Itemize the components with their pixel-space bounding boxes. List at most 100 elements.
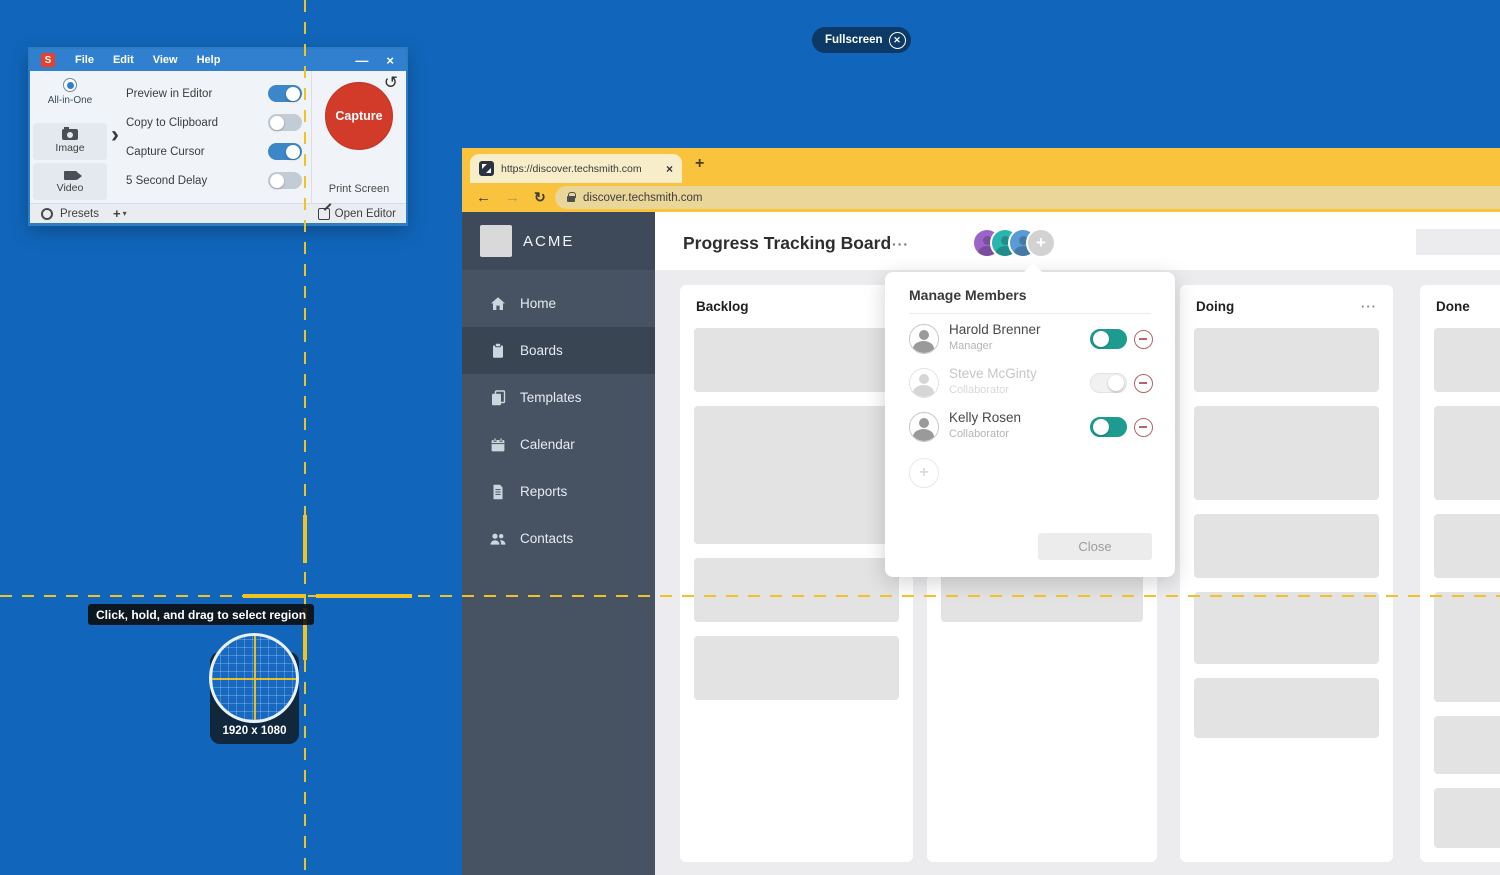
capture-cursor-toggle[interactable] [268,143,302,160]
caret-down-icon[interactable]: ▾ [123,209,127,218]
crosshair-segment [316,594,412,598]
board-menu-icon[interactable]: ··· [892,236,909,252]
clipboard-icon [489,342,507,360]
card-placeholder[interactable] [1434,716,1500,774]
browser-tabstrip: https://discover.techsmith.com × + [462,148,1500,183]
crosshair-segment [243,594,305,598]
menu-help[interactable]: Help [197,54,221,66]
menu-edit[interactable]: Edit [113,54,134,66]
sidebar-item-label: Templates [520,390,582,405]
open-editor-button[interactable]: Open Editor [318,208,396,220]
open-editor-label: Open Editor [335,208,396,220]
home-icon [489,295,507,313]
remove-member-icon[interactable] [1134,418,1153,437]
sidebar-item-contacts[interactable]: Contacts [462,515,655,562]
sidebar-item-boards[interactable]: Boards [462,327,655,374]
copy-to-clipboard-toggle[interactable] [268,114,302,131]
remove-member-icon[interactable] [1134,374,1153,393]
capture-options: Preview in Editor Copy to Clipboard Capt… [126,79,302,195]
sidebar-item-calendar[interactable]: Calendar [462,421,655,468]
snagit-body: All-in-One Image Video › Preview in Edit… [30,71,406,203]
address-bar[interactable]: discover.techsmith.com [555,186,1500,209]
browser-tab[interactable]: https://discover.techsmith.com × [470,154,682,183]
sidebar-nav: Home Boards Templates Calendar [462,280,655,562]
divider [909,313,1151,314]
sidebar-item-label: Home [520,296,556,311]
gear-icon[interactable] [41,208,53,220]
option-row: 5 Second Delay [126,166,302,195]
reload-icon[interactable]: ↻ [534,189,546,206]
sidebar: ACME Home Boards Templates [462,212,655,875]
card-placeholder[interactable] [1434,406,1500,500]
member-name: Kelly Rosen [949,410,1021,425]
member-toggle[interactable] [1090,373,1127,393]
card-placeholder[interactable] [1434,514,1500,578]
window-bottom-strip [30,223,406,226]
add-preset-icon[interactable]: + [113,206,121,221]
crosshair-segment [303,515,307,563]
browser-toolbar: ← → ↻ discover.techsmith.com [462,183,1500,212]
magnifier-loupe [209,633,299,723]
card-placeholder[interactable] [1434,328,1500,392]
add-member-button[interactable]: + [909,458,939,488]
column-menu-icon[interactable]: ··· [1361,299,1377,314]
close-icon[interactable]: × [386,53,394,68]
minimize-icon[interactable]: — [355,53,368,68]
option-label: Capture Cursor [126,146,205,158]
mode-image[interactable]: Image [33,123,107,160]
document-icon [489,483,507,501]
remove-member-icon[interactable] [1134,330,1153,349]
fullscreen-button[interactable]: Fullscreen ✕ [812,27,911,53]
crosshair-horizontal-line [0,595,1500,597]
sidebar-item-label: Calendar [520,437,575,452]
avatar [909,412,939,442]
card-placeholder[interactable] [694,558,899,622]
menu-view[interactable]: View [153,54,178,66]
card-placeholder[interactable] [1194,406,1379,500]
member-toggle[interactable] [1090,329,1127,349]
capture-button[interactable]: Capture [325,82,393,150]
card-placeholder[interactable] [1194,328,1379,392]
preview-in-editor-toggle[interactable] [268,85,302,102]
snagit-bottom-bar: Presets + ▾ Open Editor [30,203,406,223]
member-name: Steve McGinty [949,366,1037,381]
radio-selected-icon[interactable] [63,78,77,92]
card-placeholder[interactable] [1194,514,1379,578]
column-title: Done [1436,299,1470,314]
mode-label: All-in-One [48,95,92,106]
org-logo [480,225,512,257]
capture-section: ↺ Capture Print Screen [311,71,406,203]
reset-icon[interactable]: ↺ [384,73,398,93]
menu-file[interactable]: File [75,54,94,66]
add-member-avatar-button[interactable]: + [1026,228,1056,258]
member-role: Manager [949,340,992,352]
card-placeholder[interactable] [1194,678,1379,738]
option-row: Preview in Editor [126,79,302,108]
header-placeholder-button[interactable] [1416,229,1500,255]
card-placeholder[interactable] [694,406,899,544]
presets-label[interactable]: Presets [60,208,99,220]
card-placeholder[interactable] [1434,592,1500,702]
close-button[interactable]: Close [1038,533,1152,560]
loupe-crosshair-horizontal [212,678,296,680]
member-row: Steve McGinty Collaborator [885,364,1175,404]
snagit-logo: S [41,53,55,67]
calendar-icon [489,436,507,454]
card-placeholder[interactable] [1434,788,1500,848]
sidebar-item-home[interactable]: Home [462,280,655,327]
card-placeholder[interactable] [1194,592,1379,664]
video-camera-icon [64,171,77,180]
tab-close-icon[interactable]: × [666,162,673,176]
member-toggle[interactable] [1090,417,1127,437]
mode-video[interactable]: Video [33,163,107,200]
back-icon[interactable]: ← [476,189,491,206]
new-tab-button[interactable]: + [695,155,704,173]
forward-icon[interactable]: → [505,189,520,206]
delay-toggle[interactable] [268,172,302,189]
mode-all-in-one[interactable]: All-in-One [30,71,110,106]
card-placeholder[interactable] [694,636,899,700]
fullscreen-label: Fullscreen [825,34,883,46]
sidebar-item-reports[interactable]: Reports [462,468,655,515]
sidebar-item-templates[interactable]: Templates [462,374,655,421]
card-placeholder[interactable] [694,328,899,392]
